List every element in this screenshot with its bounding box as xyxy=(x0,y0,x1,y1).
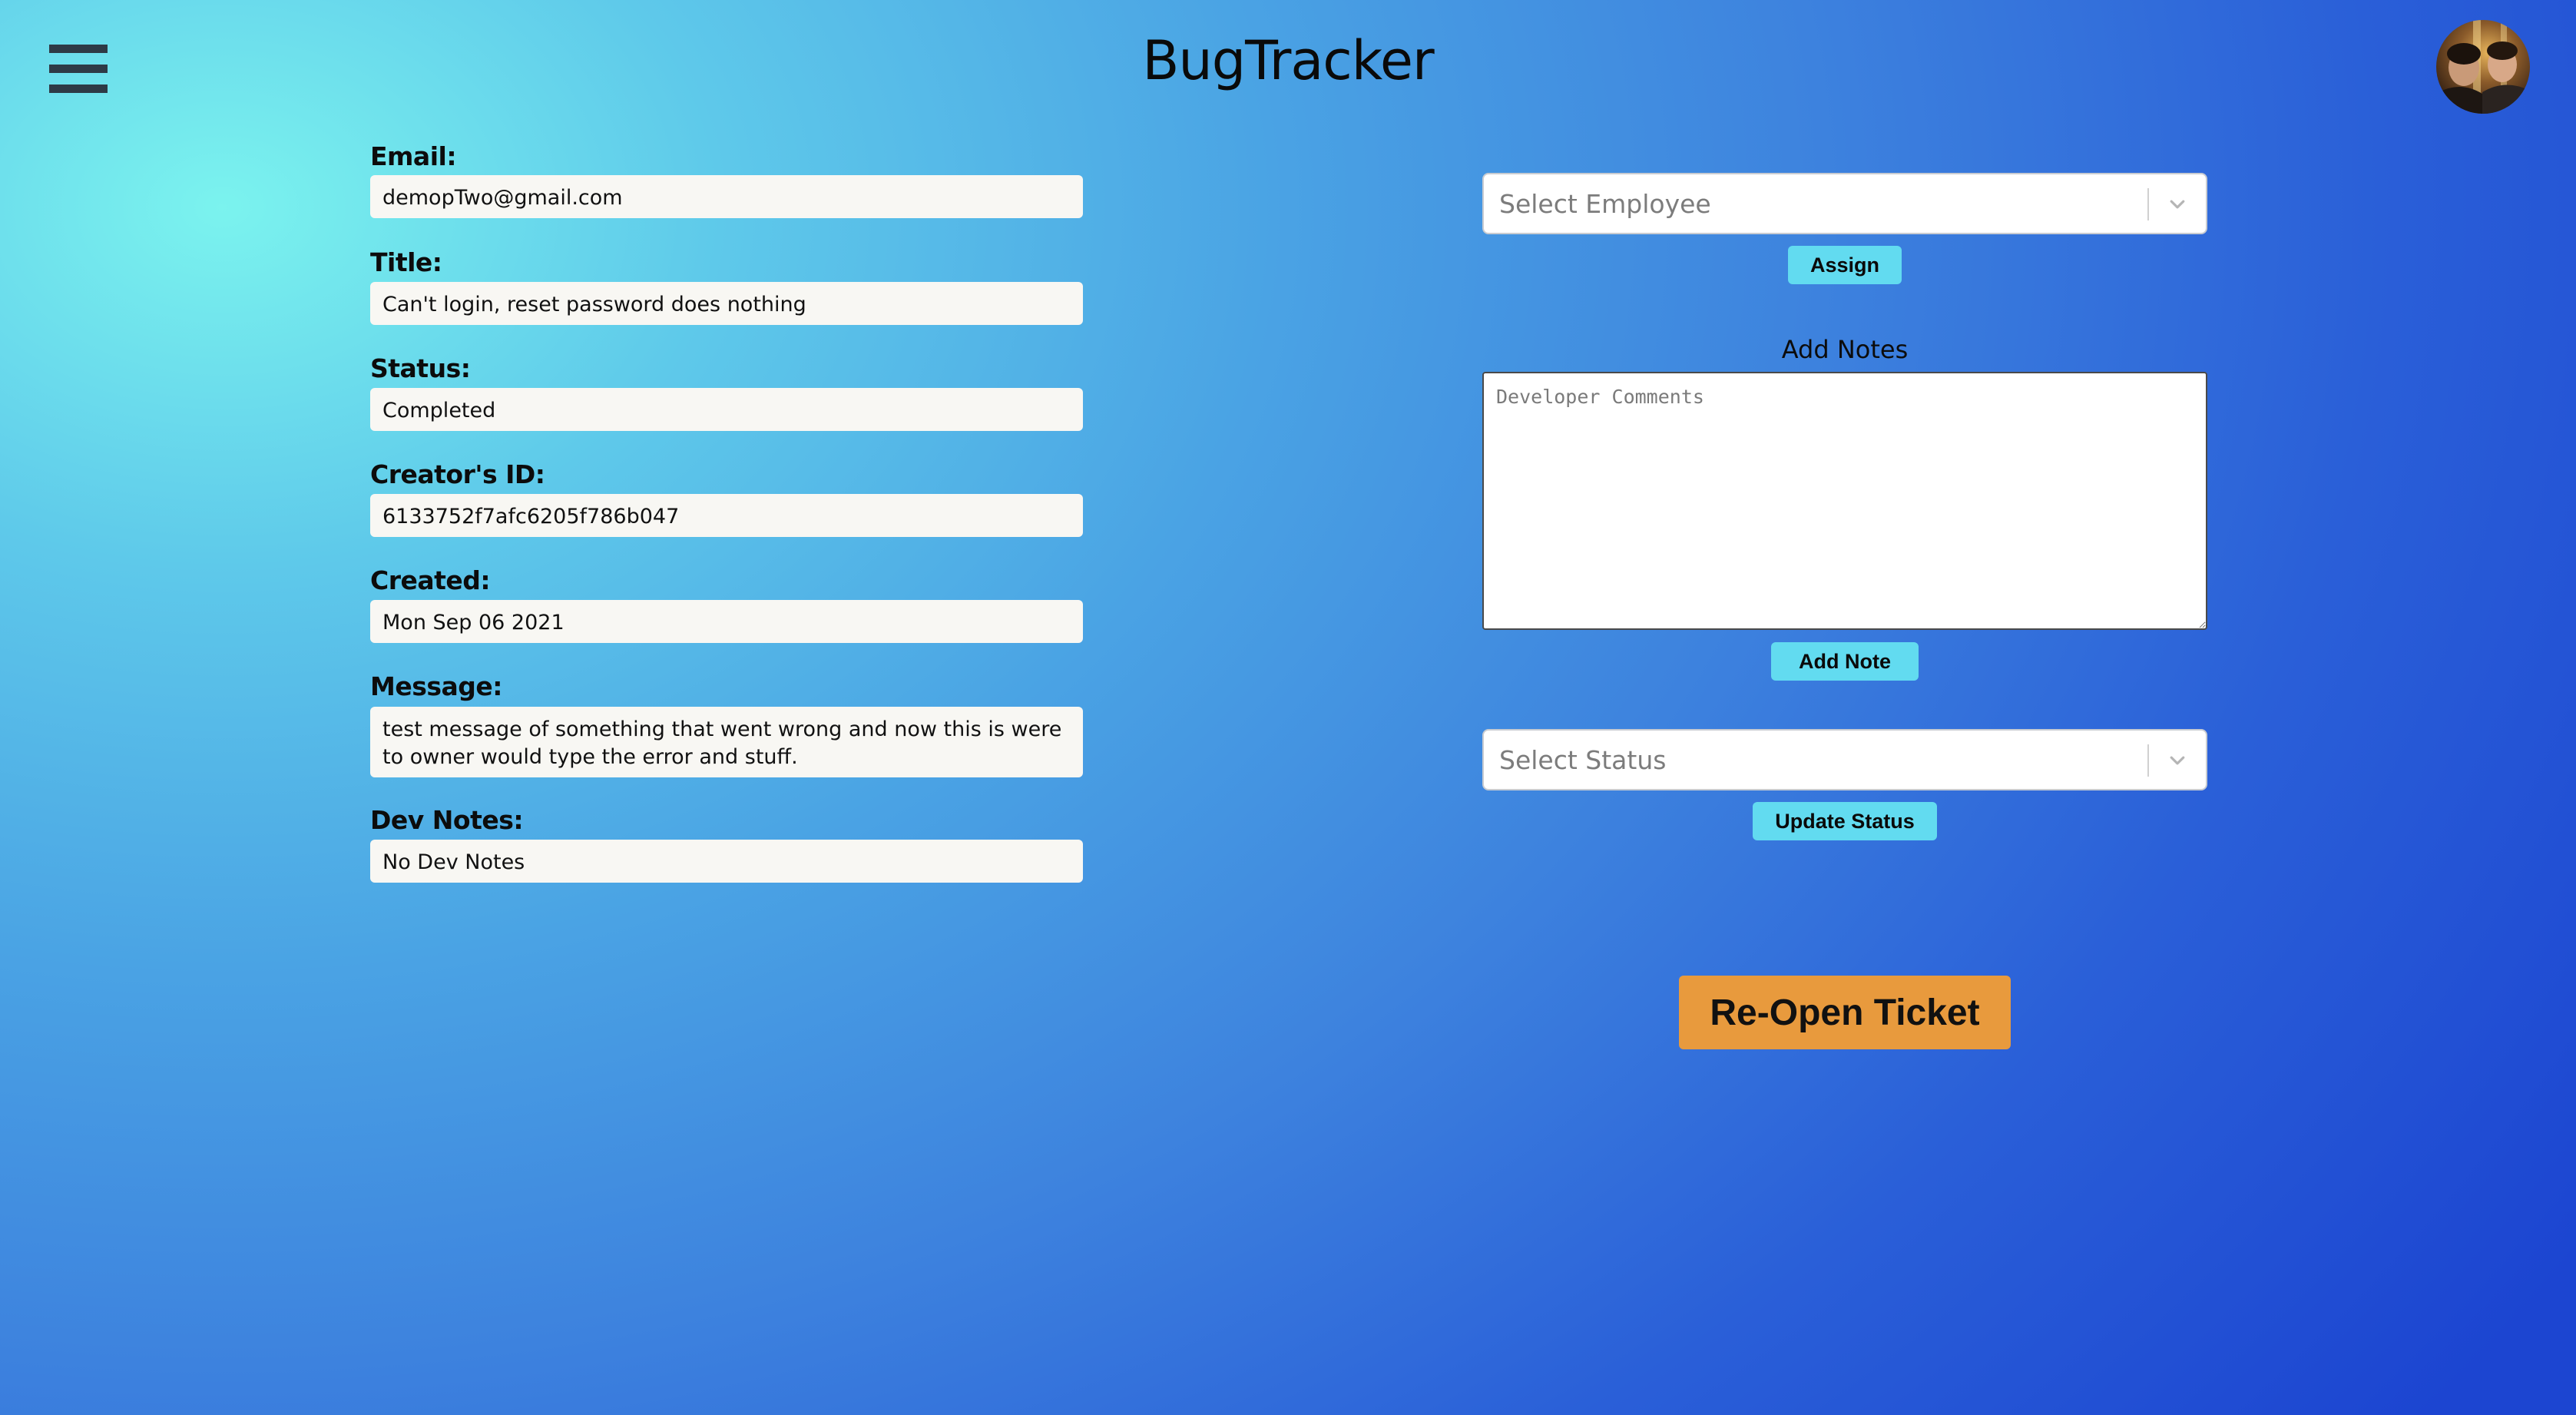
message-value: test message of something that went wron… xyxy=(370,707,1083,777)
title-value: Can't login, reset password does nothing xyxy=(370,282,1083,325)
chevron-down-icon[interactable] xyxy=(2167,751,2187,770)
created-label: Created: xyxy=(370,565,491,595)
assign-button[interactable]: Assign xyxy=(1788,246,1902,284)
app-title: BugTracker xyxy=(1142,29,1434,92)
title-label: Title: xyxy=(370,247,442,277)
add-notes-heading: Add Notes xyxy=(1781,335,1909,364)
status-value: Completed xyxy=(370,388,1083,431)
message-label: Message: xyxy=(370,671,502,701)
add-note-button[interactable]: Add Note xyxy=(1771,642,1919,681)
employee-select-placeholder: Select Employee xyxy=(1499,189,1711,219)
employee-select[interactable]: Select Employee xyxy=(1482,173,2207,234)
reopen-ticket-button[interactable]: Re-Open Ticket xyxy=(1679,976,2011,1049)
email-value: demopTwo@gmail.com xyxy=(370,175,1083,218)
status-label: Status: xyxy=(370,353,471,383)
select-divider xyxy=(2147,744,2149,777)
avatar-photo-icon xyxy=(2436,20,2530,114)
email-label: Email: xyxy=(370,141,457,171)
developer-comments-textarea[interactable] xyxy=(1482,372,2207,630)
status-select[interactable]: Select Status xyxy=(1482,729,2207,790)
chevron-down-icon[interactable] xyxy=(2167,194,2187,214)
creator-id-label: Creator's ID: xyxy=(370,459,545,489)
status-select-placeholder: Select Status xyxy=(1499,745,1667,775)
creator-id-value: 6133752f7afc6205f786b047 xyxy=(370,494,1083,537)
created-value: Mon Sep 06 2021 xyxy=(370,600,1083,643)
dev-notes-label: Dev Notes: xyxy=(370,805,524,835)
update-status-button[interactable]: Update Status xyxy=(1753,802,1937,840)
select-divider xyxy=(2147,188,2149,220)
user-avatar[interactable] xyxy=(2436,20,2530,114)
dev-notes-value: No Dev Notes xyxy=(370,840,1083,883)
